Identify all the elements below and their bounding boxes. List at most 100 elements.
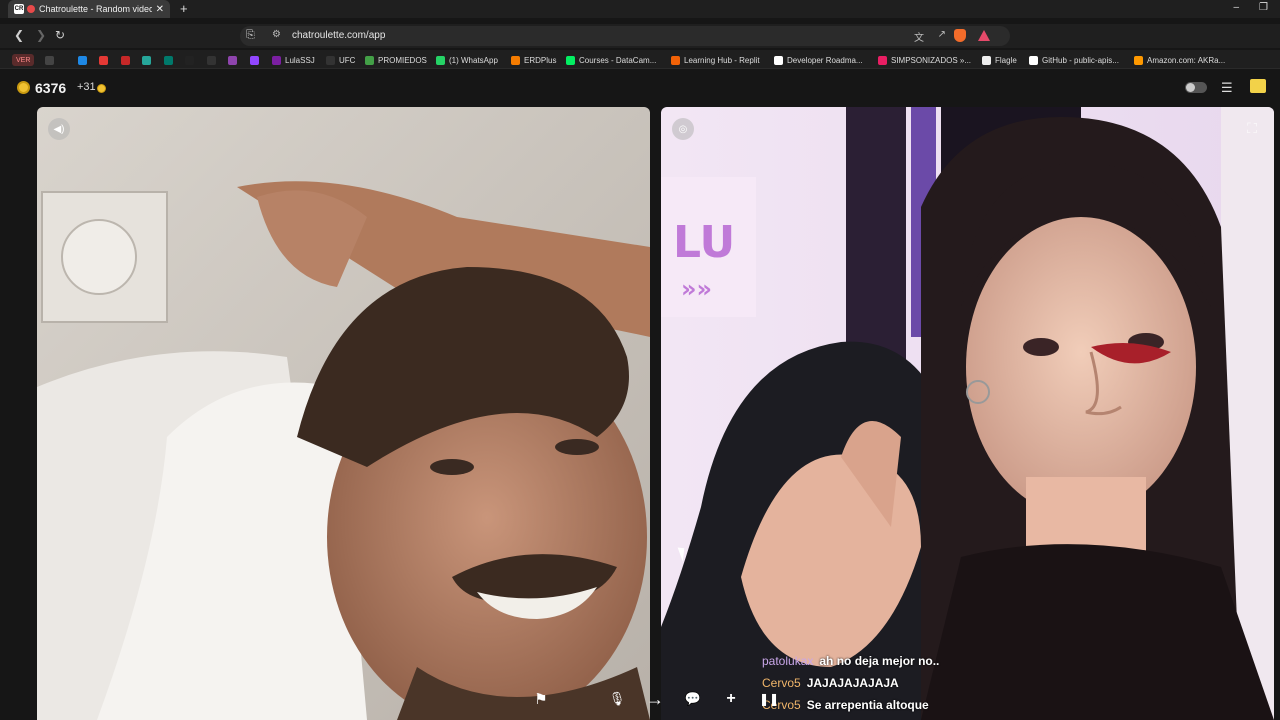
svg-text:LU: LU bbox=[673, 217, 735, 268]
call-controls: ⚑ 🎙 → 💬 + ❚❚ bbox=[530, 684, 780, 714]
twitch-icon bbox=[250, 55, 259, 65]
bookmark-favicon-icon bbox=[365, 55, 374, 65]
translate-icon[interactable]: 文 bbox=[914, 29, 924, 44]
bookmark-promiedos[interactable]: PROMIEDOS bbox=[365, 54, 427, 66]
minimize-button[interactable]: – bbox=[1233, 2, 1239, 13]
bookmark-label: Amazon.com: AKRa... bbox=[1147, 55, 1226, 65]
bookmark-lulassj[interactable]: LulaSSJ bbox=[272, 54, 315, 66]
bookmark-favicon-icon bbox=[511, 55, 520, 65]
app-header bbox=[0, 70, 1280, 105]
browser-tab[interactable]: CR Chatroulette - Random video ✕ bbox=[8, 0, 170, 18]
bookmark-favicon-icon bbox=[982, 55, 991, 65]
chat-bubble-icon[interactable]: 💬 bbox=[682, 688, 704, 710]
bookmark-ufc[interactable]: UFC bbox=[326, 54, 355, 66]
bookmark-colorful-app-icon[interactable] bbox=[228, 54, 241, 66]
bookmark-blue-app-icon[interactable] bbox=[78, 54, 91, 66]
bookmark-favicon-icon bbox=[436, 55, 445, 65]
bookmark-label: PROMIEDOS bbox=[378, 55, 427, 65]
next-arrow-icon[interactable]: → bbox=[644, 688, 666, 710]
bookmark-github-public-apis[interactable]: GitHub - public-apis... bbox=[1029, 54, 1119, 66]
microphone-icon[interactable]: 🎙 bbox=[606, 688, 628, 710]
teal-app-icon bbox=[164, 55, 173, 65]
bookmark-favicon-icon bbox=[272, 55, 281, 65]
new-tab-button[interactable]: + bbox=[180, 1, 188, 16]
bookmark-favicon-icon bbox=[671, 55, 680, 65]
bookmark-favicon-icon bbox=[878, 55, 887, 65]
coin-bonus: +31 bbox=[77, 81, 96, 93]
youtube-icon bbox=[99, 55, 108, 65]
chat-panel-icon[interactable] bbox=[1250, 79, 1266, 93]
fullscreen-icon[interactable]: ⛶ bbox=[1242, 118, 1262, 138]
browser-toolbar: ❮ ❯ ↻ ⎘ ⚙ chatroulette.com/app 文 ↗ bbox=[0, 24, 1280, 64]
window-controls: – ❐ bbox=[1233, 2, 1268, 13]
chat-text: Se arrepentia altoque bbox=[806, 698, 929, 712]
bookmark-label: Courses - DataCam... bbox=[579, 55, 657, 65]
volume-icon[interactable]: ◀) bbox=[48, 118, 70, 140]
bookmark-label: SIMPSONIZADOS »... bbox=[891, 55, 972, 65]
x-icon bbox=[185, 55, 194, 65]
self-video-frame: LU »» bbox=[661, 107, 1274, 720]
bookmark-red-app-icon[interactable] bbox=[121, 54, 134, 66]
reload-icon[interactable]: ↻ bbox=[55, 28, 65, 42]
chat-text: ah no deja mejor no.. bbox=[819, 654, 940, 668]
red-app-icon bbox=[121, 55, 130, 65]
bookmark-erdplus[interactable]: ERDPlus bbox=[511, 54, 556, 66]
bookmark-threads-icon[interactable] bbox=[207, 54, 220, 66]
share-icon[interactable]: ↗ bbox=[938, 29, 946, 40]
threads-icon bbox=[207, 55, 216, 65]
chatroulette-favicon-icon: CR bbox=[14, 4, 24, 14]
bookmark-icon[interactable]: ⎘ bbox=[246, 29, 255, 42]
report-flag-icon[interactable]: ⚑ bbox=[530, 688, 552, 710]
camera-off-icon[interactable]: ◎ bbox=[672, 118, 694, 140]
bookmarks-bar: VER LulaSSJ UFC PROMIEDOS (1) WhatsApp ERDPlu… bbox=[0, 50, 1280, 69]
bookmark-youtube-icon[interactable] bbox=[99, 54, 112, 66]
bookmark-favicon-icon bbox=[566, 55, 575, 65]
bookmark-developer-roadma[interactable]: Developer Roadma... bbox=[774, 54, 863, 66]
bookmark-label: GitHub - public-apis... bbox=[1042, 55, 1119, 65]
bookmark-label: UFC bbox=[339, 55, 356, 65]
bookmark-apps-grid-icon[interactable] bbox=[45, 54, 58, 66]
bookmark-flagle[interactable]: Flagle bbox=[982, 54, 1017, 66]
filters-sliders-icon[interactable]: ☰ bbox=[1221, 80, 1233, 96]
blue-app-icon bbox=[78, 55, 87, 65]
bookmark-amazon-com-akra[interactable]: Amazon.com: AKRa... bbox=[1134, 54, 1225, 66]
brave-shield-icon[interactable] bbox=[954, 29, 966, 42]
url-text[interactable]: chatroulette.com/app bbox=[292, 30, 385, 41]
green-circle-icon bbox=[142, 55, 151, 65]
coin-balance: 6376 bbox=[35, 80, 67, 96]
colorful-app-icon bbox=[228, 55, 237, 65]
bookmark-favicon-icon bbox=[1029, 55, 1038, 65]
bookmark-green-circle-icon[interactable] bbox=[142, 54, 155, 66]
back-arrow-icon[interactable]: ❮ bbox=[14, 28, 24, 42]
bookmark-1-whatsapp[interactable]: (1) WhatsApp bbox=[436, 54, 498, 66]
chat-message: patolukax ah no deja mejor no.. bbox=[762, 650, 1002, 672]
bookmark-simpsonizados[interactable]: SIMPSONIZADOS »... bbox=[878, 54, 971, 66]
restore-button[interactable]: ❐ bbox=[1259, 2, 1268, 13]
bookmark-x-icon[interactable] bbox=[185, 54, 198, 66]
bookmark-courses-datacam[interactable]: Courses - DataCam... bbox=[566, 54, 656, 66]
add-friend-icon[interactable]: + bbox=[720, 688, 742, 710]
bookmark-favicon-icon bbox=[326, 55, 335, 65]
bookmark-teal-app-icon[interactable] bbox=[164, 54, 177, 66]
partner-video: ◀) bbox=[37, 107, 650, 720]
address-bar[interactable]: ⎘ ⚙ chatroulette.com/app 文 ↗ bbox=[240, 26, 1010, 46]
bookmark-label: Flagle bbox=[995, 55, 1017, 65]
bookmark-learning-hub-replit[interactable]: Learning Hub - Replit bbox=[671, 54, 760, 66]
chat-text: JAJAJAJAJAJA bbox=[806, 676, 899, 690]
forward-arrow-icon[interactable]: ❯ bbox=[36, 28, 46, 42]
bookmark-ver[interactable]: VER bbox=[12, 54, 35, 66]
mode-toggle[interactable] bbox=[1185, 82, 1207, 93]
bookmark-favicon-icon bbox=[1134, 55, 1143, 65]
bookmark-label: LulaSSJ bbox=[285, 55, 315, 65]
site-settings-icon[interactable]: ⚙ bbox=[272, 29, 281, 40]
bookmark-label: ERDPlus bbox=[524, 55, 557, 65]
partner-video-frame bbox=[37, 107, 650, 720]
bookmark-label: (1) WhatsApp bbox=[449, 55, 498, 65]
chat-message: Cervo5 Se arrepentia altoque bbox=[762, 694, 1002, 716]
chat-username[interactable]: patolukax bbox=[762, 654, 813, 668]
coin-icon bbox=[17, 81, 30, 94]
brave-rewards-icon[interactable] bbox=[978, 30, 990, 41]
bookmark-twitch-icon[interactable] bbox=[250, 54, 263, 66]
pause-icon[interactable]: ❚❚ bbox=[758, 688, 780, 710]
close-tab-icon[interactable]: ✕ bbox=[156, 4, 164, 15]
